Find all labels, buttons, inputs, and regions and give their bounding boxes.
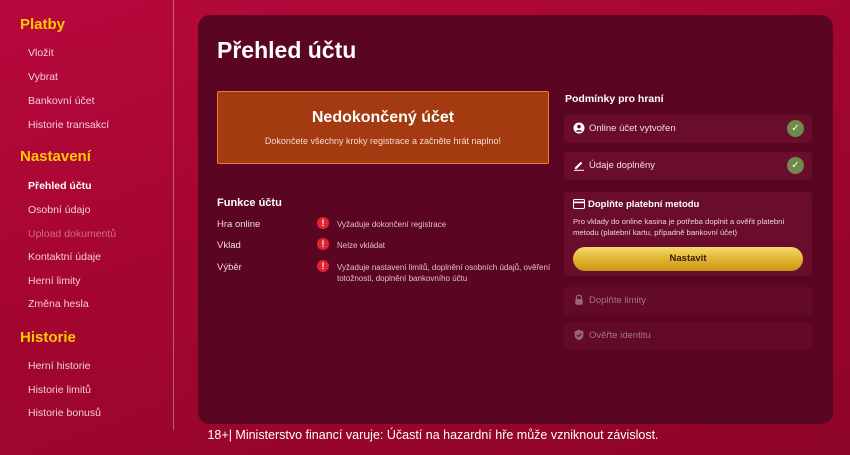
sidebar-item-osobni-udaje[interactable]: Osobní údajo [28,204,90,216]
sidebar-item-kontaktni-udaje[interactable]: Kontaktní údaje [28,251,101,263]
condition-label: Ověřte identitu [589,330,651,341]
sidebar-item-vybrat[interactable]: Vybrat [28,71,58,83]
warning-icon: ! [317,238,329,250]
check-icon: ✓ [787,157,804,174]
check-icon: ✓ [787,120,804,137]
condition-label: Údaje doplněny [589,160,656,171]
page-title: Přehled účtu [217,37,357,63]
payment-method-description: Pro vklady do online kasina je potřeba d… [573,217,785,237]
feature-name-withdrawal: Výběr [217,262,242,273]
sidebar-item-historie-transakci[interactable]: Historie transakcí [28,119,109,131]
sidebar-item-herni-historie[interactable]: Herní historie [28,360,90,372]
pencil-icon [574,161,584,171]
shield-icon [574,329,584,341]
sidebar: Platby Vložit Vybrat Bankovní účet Histo… [0,0,174,430]
sidebar-item-historie-limitu[interactable]: Historie limitů [28,384,91,396]
sidebar-item-historie-bonusu[interactable]: Historie bonusů [28,407,101,419]
incomplete-account-description: Dokončete všechny kroky registrace a zač… [264,136,502,146]
condition-label: Online účet vytvořen [589,123,676,134]
set-payment-button[interactable]: Nastavit [573,247,803,271]
sidebar-section-historie: Historie [20,329,76,346]
feature-name-online-play: Hra online [217,219,261,230]
warning-icon: ! [317,260,329,272]
condition-label: Doplňte limity [589,295,647,306]
sidebar-section-platby: Platby [20,16,66,33]
feature-status-online-play: Vyžaduje dokončení registrace [337,220,447,229]
payment-method-title: Doplňte platební metodu [588,199,700,210]
account-overview-panel: Přehled účtu Nedokončený účet Dokončete … [198,15,833,424]
condition-online-account: Online účet vytvořen ✓ [564,115,812,143]
gambling-warning-footer: 18+| Ministerstvo financí varuje: Účastí… [207,428,659,442]
sidebar-section-nastaveni: Nastavení [20,148,91,165]
sidebar-item-prehled-uctu[interactable]: Přehled účtu [28,180,92,192]
feature-name-deposit: Vklad [217,240,241,251]
incomplete-account-title: Nedokončený účet [311,109,455,126]
sidebar-item-herni-limity[interactable]: Herní limity [28,275,81,287]
sidebar-item-zmena-hesla[interactable]: Změna hesla [28,298,89,310]
conditions-title: Podmínky pro hraní [565,93,664,105]
feature-status-withdrawal: Vyžaduje nastavení limitů, doplnění osob… [337,263,551,283]
condition-set-limits: Doplňte limity [564,287,812,315]
lock-icon [575,294,583,305]
payment-method-box: Doplňte platební metodu Pro vklady do on… [564,192,812,276]
condition-details-filled: Údaje doplněny ✓ [564,152,812,180]
feature-status-deposit: Nelze vkládat [337,241,386,250]
account-functions-title: Funkce účtu [217,197,282,209]
user-icon [573,122,585,134]
incomplete-account-box: Nedokončený účet Dokončete všechny kroky… [217,91,549,164]
warning-icon: ! [317,217,329,229]
sidebar-item-upload-dokumentu[interactable]: Upload dokumentů [28,228,116,240]
sidebar-item-bankovni-ucet[interactable]: Bankovní účet [28,95,95,107]
credit-card-icon [573,199,585,209]
condition-verify-identity: Ověřte identitu [564,322,812,350]
sidebar-item-vlozit[interactable]: Vložit [28,47,54,59]
